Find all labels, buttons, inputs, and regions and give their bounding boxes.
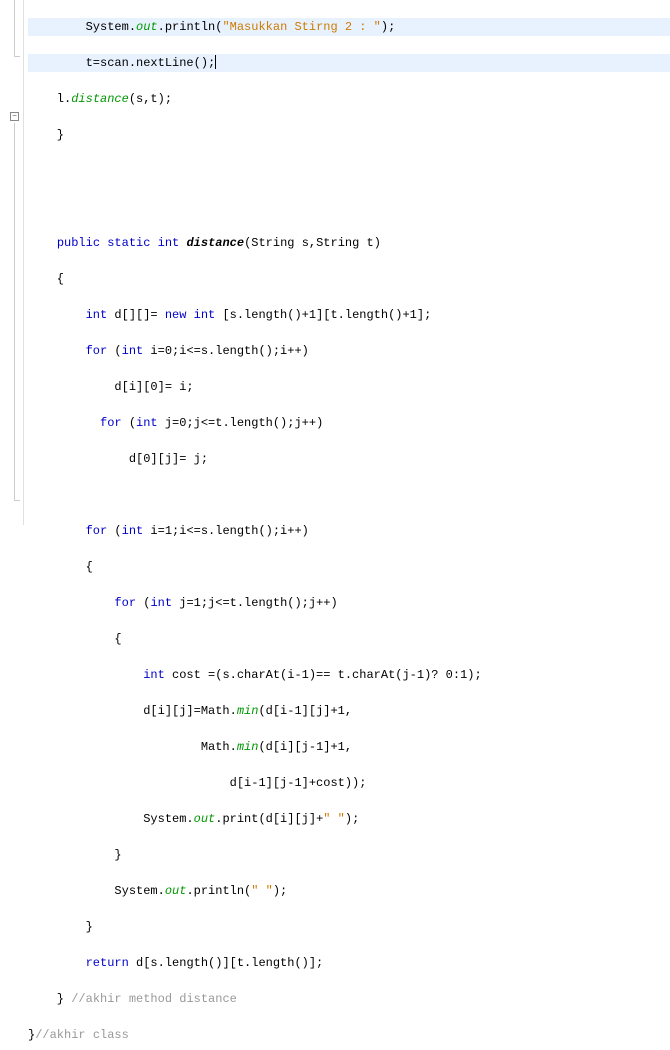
code-line: d[i][j]=Math.min(d[i-1][j]+1, [28, 702, 670, 720]
editor-gutter: − [0, 0, 24, 525]
code-line: for (int j=0;j<=t.length();j++) [28, 414, 670, 432]
code-line: int cost =(s.charAt(i-1)== t.charAt(j-1)… [28, 666, 670, 684]
code-line: t=scan.nextLine(); [28, 54, 670, 72]
code-line [28, 486, 670, 504]
fold-guide-line [14, 0, 15, 56]
code-editor[interactable]: System.out.println("Masukkan Stirng 2 : … [24, 0, 670, 1050]
code-line: System.out.print(d[i][j]+" "); [28, 810, 670, 828]
code-line [28, 198, 670, 216]
code-line: } [28, 126, 670, 144]
code-line: return d[s.length()][t.length()]; [28, 954, 670, 972]
code-line: System.out.println(" "); [28, 882, 670, 900]
code-line: } [28, 846, 670, 864]
code-line: { [28, 630, 670, 648]
text-caret [215, 55, 216, 69]
code-line: int d[][]= new int [s.length()+1][t.leng… [28, 306, 670, 324]
fold-guide-end [14, 500, 20, 501]
code-line: public static int distance(String s,Stri… [28, 234, 670, 252]
code-line: { [28, 270, 670, 288]
code-line: { [28, 558, 670, 576]
code-line: } [28, 918, 670, 936]
code-line: }//akhir class [28, 1026, 670, 1044]
code-line: for (int j=1;j<=t.length();j++) [28, 594, 670, 612]
fold-toggle-icon[interactable]: − [10, 112, 19, 121]
fold-guide-end [14, 56, 20, 57]
code-line: System.out.println("Masukkan Stirng 2 : … [28, 18, 670, 36]
code-line: d[i-1][j-1]+cost)); [28, 774, 670, 792]
fold-guide-line [14, 123, 15, 500]
code-line [28, 162, 670, 180]
code-line: Math.min(d[i][j-1]+1, [28, 738, 670, 756]
code-line: for (int i=0;i<=s.length();i++) [28, 342, 670, 360]
code-line: d[0][j]= j; [28, 450, 670, 468]
code-line: l.distance(s,t); [28, 90, 670, 108]
code-line: } //akhir method distance [28, 990, 670, 1008]
code-line: d[i][0]= i; [28, 378, 670, 396]
